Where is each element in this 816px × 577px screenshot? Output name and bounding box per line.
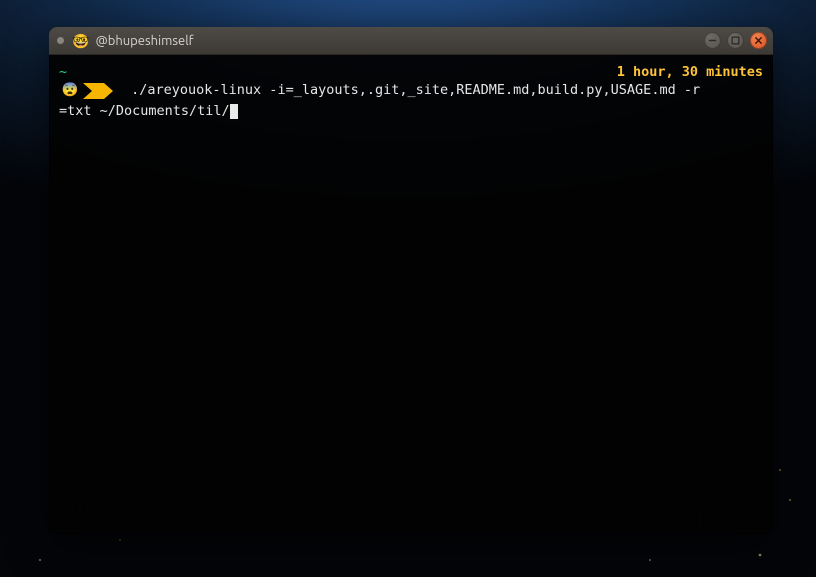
command-continuation: =txt ~/Documents/til/ xyxy=(59,102,763,120)
window-title-text: @bhupeshimself xyxy=(95,34,193,48)
window-menu-dot xyxy=(57,37,64,44)
window-title: 🤓 @bhupeshimself xyxy=(72,34,704,48)
command-text-wrap: ./areyouok-linux -i=_layouts,.git,_site,… xyxy=(123,81,763,99)
maximize-icon xyxy=(731,36,740,45)
terminal-cursor xyxy=(230,104,238,119)
minimize-button[interactable] xyxy=(704,32,721,49)
minimize-icon xyxy=(708,36,717,45)
terminal-window: 🤓 @bhupeshimself ~ 1 hour, 30 minutes xyxy=(49,27,773,534)
close-button[interactable] xyxy=(750,32,767,49)
prompt-emoji-icon: 😨 xyxy=(59,81,81,99)
command-text-line1: ./areyouok-linux -i=_layouts,.git,_site,… xyxy=(123,82,700,98)
nerd-face-icon: 🤓 xyxy=(72,34,89,48)
uptime-display: 1 hour, 30 minutes xyxy=(617,63,763,81)
maximize-button[interactable] xyxy=(727,32,744,49)
terminal-status-line: ~ 1 hour, 30 minutes xyxy=(59,63,763,81)
terminal-prompt-line: 😨 ./areyouok-linux -i=_layouts,.git,_sit… xyxy=(59,81,763,102)
close-icon xyxy=(754,36,763,45)
window-titlebar[interactable]: 🤓 @bhupeshimself xyxy=(49,27,773,55)
prompt-arrow-icon xyxy=(83,83,117,104)
cwd-indicator: ~ xyxy=(59,63,67,81)
command-text-line2: =txt ~/Documents/til/ xyxy=(59,103,230,119)
terminal-viewport[interactable]: ~ 1 hour, 30 minutes 😨 ./areyouok-linux … xyxy=(49,55,773,534)
window-controls xyxy=(704,32,767,49)
